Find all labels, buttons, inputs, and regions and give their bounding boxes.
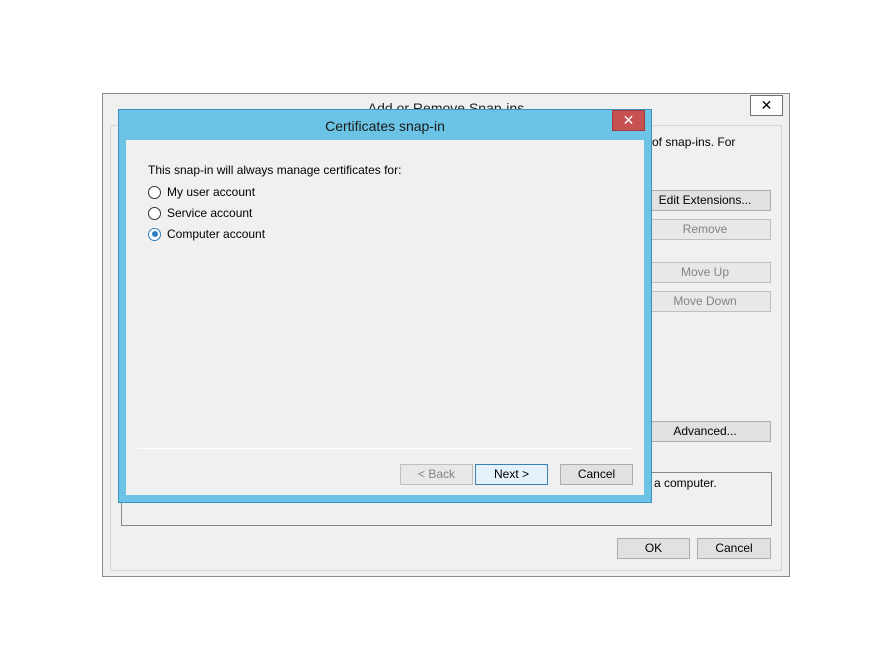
close-icon[interactable]: ✕ — [612, 110, 645, 131]
radio-computer-account[interactable]: Computer account — [148, 226, 265, 242]
certificates-snapin-dialog: Certificates snap-in ✕ This snap-in will… — [118, 109, 652, 503]
radio-button-checked-icon[interactable] — [148, 227, 161, 241]
radio-button-icon[interactable] — [148, 206, 161, 220]
radio-service-account[interactable]: Service account — [148, 205, 252, 221]
prompt-text: This snap-in will always manage certific… — [148, 163, 402, 177]
dialog-title: Certificates snap-in — [325, 118, 445, 134]
back-button[interactable]: < Back — [400, 464, 473, 485]
radio-label: Service account — [167, 206, 253, 220]
ok-button[interactable]: OK — [617, 538, 690, 559]
separator-line — [137, 448, 633, 449]
bg-cancel-button[interactable]: Cancel — [697, 538, 771, 559]
edit-extensions-button[interactable]: Edit Extensions... — [639, 190, 771, 211]
radio-label: Computer account — [167, 227, 266, 241]
dialog-client-area: This snap-in will always manage certific… — [126, 140, 644, 495]
radio-label: My user account — [167, 185, 256, 199]
advanced-button[interactable]: Advanced... — [639, 421, 771, 442]
cancel-button[interactable]: Cancel — [560, 464, 633, 485]
snapins-description-text: of snap-ins. For — [652, 135, 736, 149]
description-text: a computer. — [654, 476, 717, 490]
remove-button[interactable]: Remove — [639, 219, 771, 240]
move-up-button[interactable]: Move Up — [639, 262, 771, 283]
radio-my-user-account[interactable]: My user account — [148, 184, 255, 200]
radio-button-icon[interactable] — [148, 185, 161, 199]
close-icon[interactable]: ✕ — [750, 95, 783, 116]
next-button[interactable]: Next > — [475, 464, 548, 485]
move-down-button[interactable]: Move Down — [639, 291, 771, 312]
